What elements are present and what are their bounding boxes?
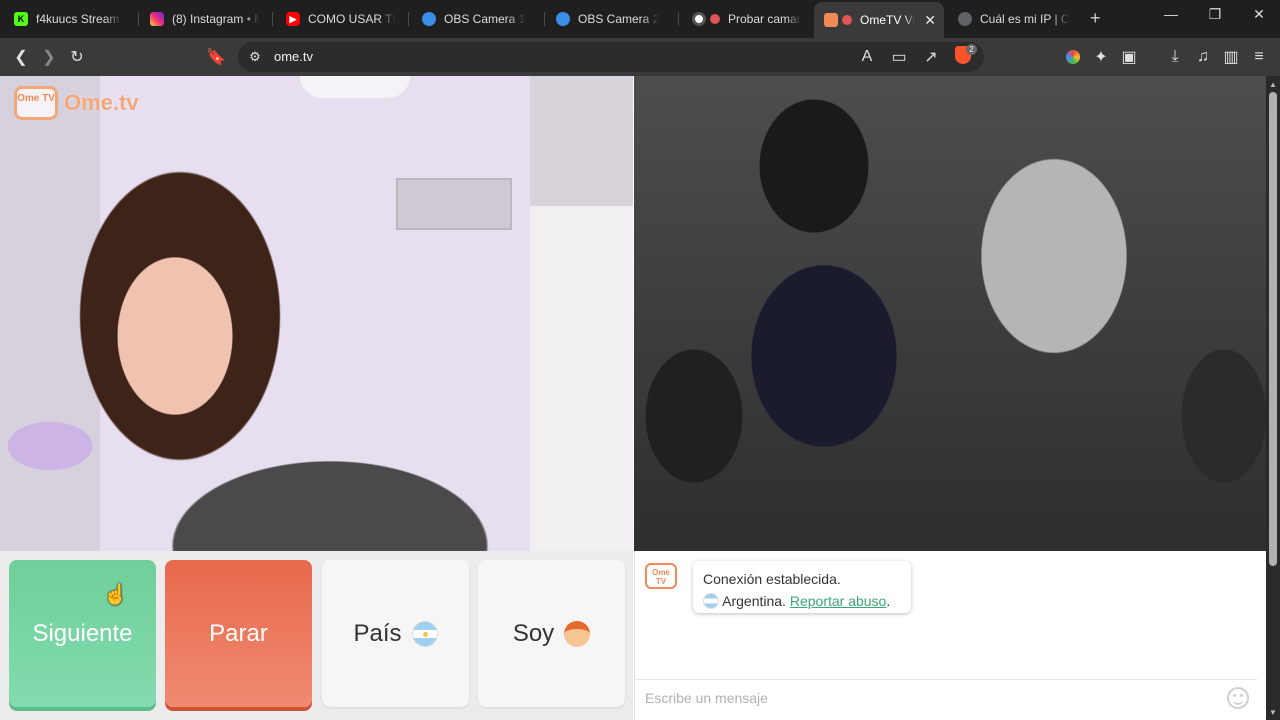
tab-instagram[interactable]: (8) Instagram • M [140,4,270,34]
country-label: País [353,619,402,647]
tab-obs-camera-2[interactable]: OBS Camera 2 [546,4,676,34]
tab-youtube[interactable]: ▶ COMO USAR TU C [276,4,406,34]
report-abuse-link[interactable]: Reportar abuso [790,593,887,609]
tab-title: Cuál es mi IP | Có [980,12,1070,26]
forward-icon[interactable]: ❯ [38,46,60,68]
tab-title: (8) Instagram • M [172,12,260,26]
chat-panel: Ome TV Conexión establecida. Argentina. … [634,551,1257,720]
tab-strip: K f4kuucs Stream - (8) Instagram • M ▶ C… [0,0,1280,38]
tab-ometv[interactable]: OmeTV Vi ✕ [814,2,944,38]
tab-obs-camera-1[interactable]: OBS Camera 1 [412,4,542,34]
message-input[interactable] [635,680,1195,716]
download-icon[interactable]: ⤓ [1164,46,1186,68]
argentina-flag-icon [703,593,719,609]
wardrobe [530,206,633,551]
tab-title: OBS Camera 1 [444,12,526,26]
ometv-logo: Ome TV Ome.tv [14,86,139,120]
ceiling-lamp [300,76,410,98]
back-icon[interactable]: ❮ [10,46,32,68]
maximize-icon[interactable]: ❐ [1200,6,1230,23]
local-video: Ome TV Ome.tv [0,76,633,551]
cast-icon[interactable]: ▭ [888,46,910,68]
instagram-icon [150,12,164,26]
control-panel: Siguiente Parar País Soy [0,551,633,720]
minimize-icon[interactable]: — [1156,6,1186,22]
stop-button[interactable]: Parar [165,560,312,707]
bookmark-icon[interactable]: 🔖 [205,46,227,68]
browser-toolbar: ❮ ❯ ↻ 🔖 ⚙ ome.tv A ▭ ↗ 2 ✦ ▣ ⤓ ♫ ▥ ≡ [0,38,1280,76]
close-tab-icon[interactable]: ✕ [924,12,936,29]
gender-label: Soy [512,619,555,647]
scroll-up-icon[interactable]: ▲ [1269,80,1277,89]
system-message: Conexión establecida. Argentina. Reporta… [693,561,911,613]
gender-button[interactable]: Soy [478,560,625,707]
media-icon[interactable]: ♫ [1192,46,1214,68]
logo-tv-icon: Ome TV [14,86,58,120]
remote-video [634,76,1266,551]
scroll-down-icon[interactable]: ▼ [1269,708,1277,717]
youtube-icon: ▶ [286,12,300,26]
screenshot-icon[interactable]: ▣ [1118,46,1140,68]
tab-title: Probar camar [728,12,801,26]
tab-title: OmeTV Vi [860,13,916,27]
extensions-icon[interactable]: ✦ [1090,46,1112,68]
report-suffix: . [886,593,891,609]
chat-ometv-icon: Ome TV [645,563,677,589]
page-scrollbar[interactable]: ▲ ▼ [1266,76,1280,720]
next-label: Siguiente [32,619,133,647]
stop-label: Parar [209,619,268,647]
connection-status: Conexión establecida. [703,571,841,587]
emoji-icon[interactable] [1227,687,1249,709]
obs-camera-icon [556,12,570,26]
boy-face-icon [564,620,591,647]
recording-dot-icon [842,15,852,25]
site-settings-icon[interactable]: ⚙ [244,46,266,68]
scrollbar-thumb[interactable] [1269,92,1277,566]
tab-title: OBS Camera 2 [578,12,660,26]
reload-icon[interactable]: ↻ [66,46,88,68]
sidebar-icon[interactable]: ▥ [1220,46,1242,68]
message-box [635,679,1257,717]
url-text: ome.tv [274,49,314,64]
ometv-icon [824,13,838,27]
argentina-flag-icon [411,620,438,647]
tab-kick[interactable]: K f4kuucs Stream - [4,4,132,34]
partner-country: Argentina. [722,593,786,609]
globe-icon [958,12,972,26]
next-button[interactable]: Siguiente [9,560,156,707]
ometv-page: Ome TV Ome.tv Siguiente Parar País Soy O… [0,76,1266,720]
window-close-icon[interactable]: ✕ [1244,6,1274,23]
recording-dot-icon [710,14,720,24]
kick-icon: K [14,12,28,26]
obs-camera-icon [422,12,436,26]
menu-icon[interactable]: ≡ [1248,46,1270,68]
share-icon[interactable]: ↗ [920,46,942,68]
translate-icon[interactable]: A [856,46,878,68]
hand-cursor-icon: ☝ [103,584,128,606]
country-button[interactable]: País [322,560,469,707]
shields-count-badge: 2 [966,44,977,55]
wall-frame [396,178,512,230]
logo-text: Ome.tv [64,90,139,115]
color-wheel-icon[interactable] [1066,50,1080,64]
tab-ip[interactable]: Cuál es mi IP | Có [948,4,1080,34]
new-tab-button[interactable]: + [1090,8,1101,29]
tab-camera-test[interactable]: Probar camar [682,4,812,34]
tab-title: f4kuucs Stream - [36,12,122,26]
tab-title: COMO USAR TU C [308,12,396,26]
camera-test-icon [692,12,706,26]
